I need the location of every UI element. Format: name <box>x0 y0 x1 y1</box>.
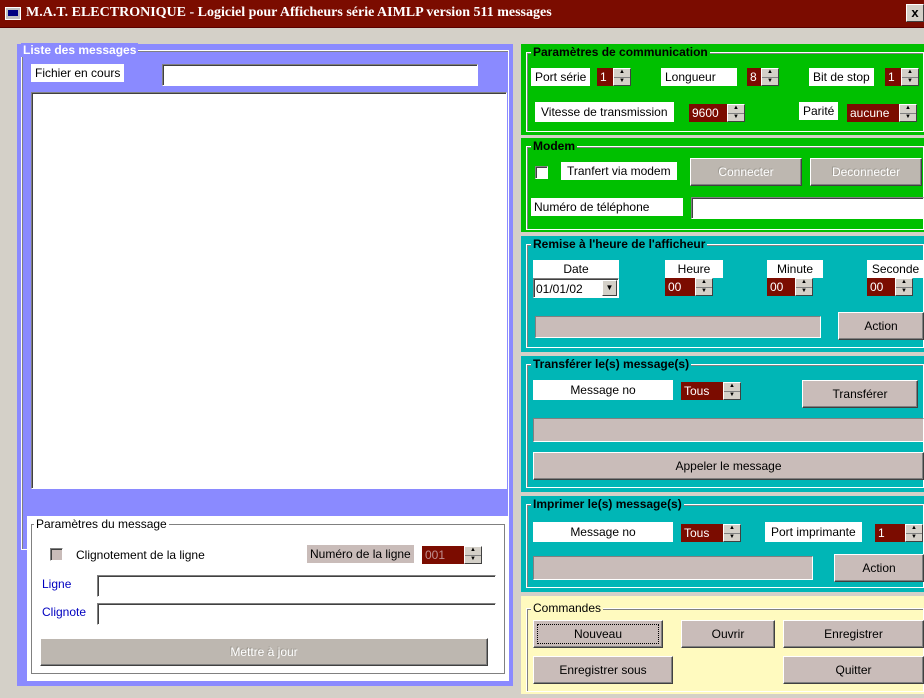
message-params-legend: Paramètres du message <box>34 517 169 531</box>
file-input[interactable] <box>162 64 478 86</box>
spin-down-icon: ▼ <box>724 390 740 400</box>
parity-spinner[interactable]: aucune ▲ ▼ <box>847 104 917 122</box>
date-label: Date <box>533 260 619 278</box>
spin-up-icon: ▲ <box>905 105 911 111</box>
print-msgno-label: Message no <box>533 522 673 542</box>
stopbit-spinner[interactable]: 1 ▲ ▼ <box>885 68 919 86</box>
message-list[interactable] <box>31 92 507 489</box>
modem-legend: Modem <box>531 139 577 153</box>
spin-down-icon: ▼ <box>465 554 481 564</box>
call-message-button[interactable]: Appeler le message <box>533 452 924 480</box>
transfer-panel: Transférer le(s) message(s) Message no T… <box>521 356 924 492</box>
commands-legend: Commandes <box>531 601 604 615</box>
new-button[interactable]: Nouveau <box>533 620 663 648</box>
commands-panel: Commandes Nouveau Ouvrir Enregistrer Enr… <box>521 596 924 694</box>
hour-spinner[interactable]: 00 ▲ ▼ <box>665 278 713 296</box>
phone-input[interactable] <box>691 197 924 219</box>
transfer-progress-bar <box>533 418 924 442</box>
port-spinner[interactable]: 1 ▲ ▼ <box>597 68 631 86</box>
spin-down-icon: ▼ <box>896 286 912 296</box>
print-msgno-spinner[interactable]: Tous ▲ ▼ <box>681 524 741 542</box>
parity-label: Parité <box>799 102 839 120</box>
open-button[interactable]: Ouvrir <box>681 620 775 648</box>
update-button[interactable]: Mettre à jour <box>40 638 488 666</box>
clock-progress-bar <box>535 316 821 338</box>
length-spinner[interactable]: 8 ▲ ▼ <box>747 68 779 86</box>
speed-label: Vitesse de transmission <box>535 102 674 122</box>
modem-transfer-label: Tranfert via modem <box>561 162 677 180</box>
spin-down-icon: ▼ <box>900 112 916 122</box>
print-action-button[interactable]: Action <box>834 554 924 582</box>
line-input[interactable] <box>97 575 496 597</box>
transfer-msgno-spinner[interactable]: Tous ▲ ▼ <box>681 382 741 400</box>
spin-up-icon: ▲ <box>733 105 739 111</box>
print-legend: Imprimer le(s) message(s) <box>531 497 684 511</box>
length-label: Longueur <box>661 68 737 86</box>
stopbit-label: Bit de stop <box>809 68 874 86</box>
line-label: Ligne <box>42 577 72 591</box>
speed-spinner[interactable]: 9600 ▲ ▼ <box>689 104 745 122</box>
save-as-button[interactable]: Enregistrer sous <box>533 656 673 684</box>
spin-down-icon: ▼ <box>614 76 630 86</box>
spin-up-icon: ▲ <box>907 69 913 75</box>
spin-down-icon: ▼ <box>762 76 778 86</box>
blink-input[interactable] <box>97 603 496 625</box>
transfer-msgno-label: Message no <box>533 380 673 400</box>
spin-up-icon: ▲ <box>729 383 735 389</box>
hour-label: Heure <box>665 260 723 278</box>
minute-spinner[interactable]: 00 ▲ ▼ <box>767 278 813 296</box>
printer-port-label: Port imprimante <box>765 522 862 542</box>
spin-up-icon: ▲ <box>767 69 773 75</box>
spin-up-icon: ▲ <box>729 525 735 531</box>
spin-up-icon: ▲ <box>619 69 625 75</box>
close-button[interactable]: x <box>906 4 924 22</box>
date-combo[interactable]: 01/01/02 ▼ <box>533 278 619 298</box>
window-title: M.A.T. ELECTRONIQUE - Logiciel pour Affi… <box>26 5 552 20</box>
port-label: Port série <box>531 68 591 86</box>
line-number-spinner[interactable]: 001 ▲ ▼ <box>422 546 482 564</box>
minute-label: Minute <box>767 260 823 278</box>
messages-panel: Liste des messages Fichier en cours Para… <box>17 43 513 686</box>
transfer-legend: Transférer le(s) message(s) <box>531 357 692 371</box>
modem-panel: Modem Tranfert via modem Connecter Decon… <box>521 138 924 232</box>
spin-up-icon: ▲ <box>701 279 707 285</box>
comm-legend: Paramètres de communication <box>531 45 710 59</box>
quit-button[interactable]: Quitter <box>783 656 924 684</box>
clock-panel: Remise à l'heure de l'afficheur Date 01/… <box>521 236 924 352</box>
save-button[interactable]: Enregistrer <box>783 620 924 648</box>
spin-down-icon: ▼ <box>696 286 712 296</box>
messages-legend: Liste des messages <box>21 43 139 57</box>
line-number-label: Numéro de la ligne <box>307 545 414 563</box>
clock-legend: Remise à l'heure de l'afficheur <box>531 237 708 251</box>
spin-down-icon: ▼ <box>728 112 744 122</box>
spin-down-icon: ▼ <box>902 76 918 86</box>
spin-up-icon: ▲ <box>901 279 907 285</box>
disconnect-button[interactable]: Deconnecter <box>810 158 922 186</box>
transfer-button[interactable]: Transférer <box>802 380 918 408</box>
blink-field-label: Clignote <box>42 605 87 619</box>
blink-line-checkbox[interactable] <box>50 548 63 561</box>
second-spinner[interactable]: 00 ▲ ▼ <box>867 278 913 296</box>
spin-up-icon: ▲ <box>911 525 917 531</box>
spin-up-icon: ▲ <box>470 547 476 553</box>
message-params-panel: Paramètres du message Clignotement de la… <box>27 516 509 681</box>
title-bar: M.A.T. ELECTRONIQUE - Logiciel pour Affi… <box>0 0 924 28</box>
spin-down-icon: ▼ <box>724 532 740 542</box>
phone-label: Numéro de téléphone <box>531 198 683 216</box>
print-progress-bar <box>533 556 813 580</box>
connect-button[interactable]: Connecter <box>690 158 802 186</box>
printer-port-spinner[interactable]: 1 ▲ ▼ <box>875 524 923 542</box>
spin-down-icon: ▼ <box>906 532 922 542</box>
app-icon <box>5 7 21 20</box>
comm-panel: Paramètres de communication Port série 1… <box>521 44 924 135</box>
dropdown-arrow-icon: ▼ <box>602 280 617 296</box>
file-label: Fichier en cours <box>31 64 125 82</box>
print-panel: Imprimer le(s) message(s) Message no Tou… <box>521 496 924 592</box>
spin-up-icon: ▲ <box>801 279 807 285</box>
clock-action-button[interactable]: Action <box>838 312 924 340</box>
spin-down-icon: ▼ <box>796 286 812 296</box>
second-label: Seconde <box>867 260 924 278</box>
modem-transfer-checkbox[interactable] <box>535 166 548 179</box>
blink-line-label: Clignotement de la ligne <box>76 548 205 562</box>
